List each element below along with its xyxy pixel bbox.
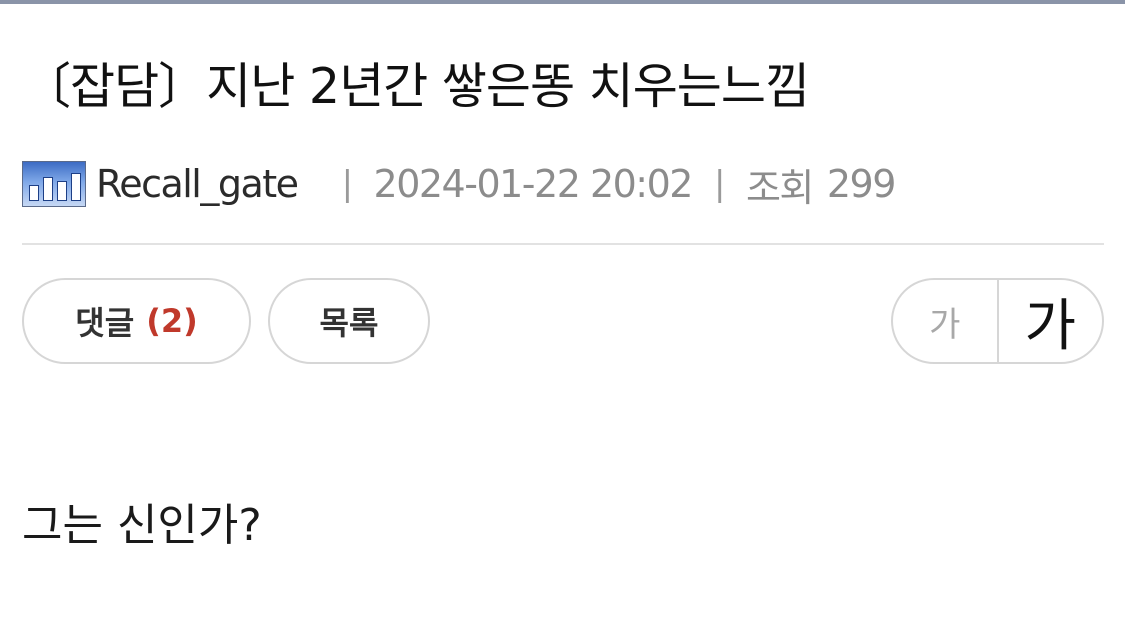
post-datetime: 2024-01-22 20:02	[373, 162, 694, 206]
comments-button[interactable]: 댓글 (2)	[22, 278, 251, 364]
comments-count: (2)	[146, 302, 198, 340]
font-size-decrease-button[interactable]: 가	[893, 280, 999, 362]
list-label: 목록	[319, 304, 379, 342]
post-title: 〔잡담〕지난 2년간 쌓은똥 치우는느낌	[22, 58, 810, 115]
views-count: 299	[826, 162, 897, 206]
author-name[interactable]: Recall_gate	[96, 162, 299, 206]
font-size-control: 가 가	[891, 278, 1104, 364]
meta-separator: |	[341, 164, 353, 204]
font-size-increase-button[interactable]: 가	[999, 280, 1103, 362]
top-border	[0, 0, 1125, 4]
meta-separator: |	[713, 164, 725, 204]
comments-label: 댓글	[75, 304, 135, 342]
views-label: 조회	[745, 165, 814, 210]
user-avatar-icon[interactable]	[22, 161, 86, 207]
post-body: 그는 신인가?	[22, 500, 262, 551]
list-button[interactable]: 목록	[268, 278, 430, 364]
post-meta: Recall_gate | 2024-01-22 20:02 | 조회 299	[22, 158, 897, 210]
meta-divider	[22, 243, 1104, 245]
